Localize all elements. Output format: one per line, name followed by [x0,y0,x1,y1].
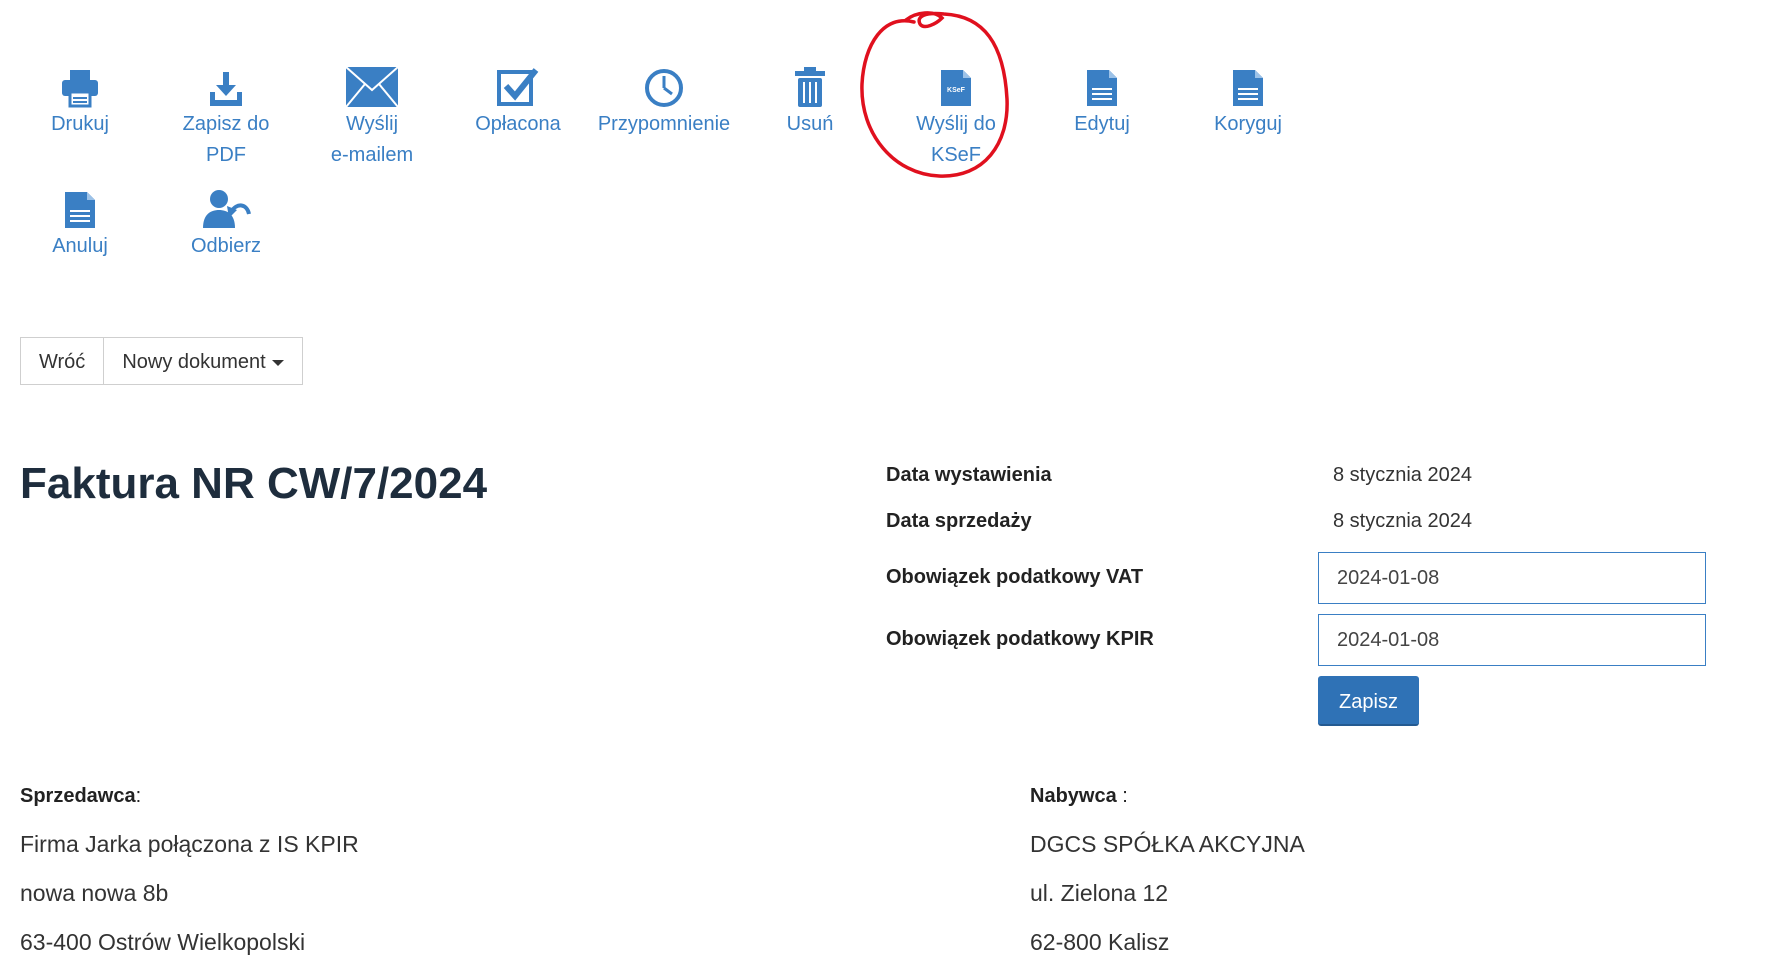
caret-down-icon [271,359,284,366]
save-button[interactable]: Zapisz [1318,676,1419,726]
cancel-button[interactable]: Anuluj [10,184,150,261]
buyer-label-suffix: : [1116,785,1128,807]
save-pdf-label-2: PDF [206,144,246,166]
edit-label: Edytuj [1074,113,1130,135]
trash-icon [740,62,880,108]
seller-label: Sprzedawca [20,785,136,807]
cancel-label: Anuluj [52,235,108,257]
receive-button[interactable]: Odbierz [156,184,296,261]
delete-button[interactable]: Usuń [740,62,880,139]
seller-city: 63-400 Ostrów Wielkopolski [20,929,306,955]
delete-label: Usuń [786,113,834,135]
mark-paid-button[interactable]: Opłacona [448,62,588,139]
print-button[interactable]: Drukuj [10,62,150,139]
send-email-label-1: Wyślij [345,113,399,135]
document-icon [10,184,150,230]
send-to-ksef-label-2: KSeF [930,144,982,166]
invoice-title: Faktura NR CW/7/2024 [20,459,488,508]
ksef-document-icon: KSeF [886,62,1026,108]
buyer-heading: Nabywca : [1030,785,1128,808]
correct-label: Koryguj [1214,113,1282,135]
send-email-label-2: e-mailem [330,144,414,166]
kpir-obligation-date-input[interactable] [1318,614,1706,666]
user-reply-icon [156,184,296,230]
seller-heading: Sprzedawca: [20,785,141,808]
receive-label: Odbierz [190,235,262,257]
vat-obligation-date-input[interactable] [1318,552,1706,604]
buyer-name: DGCS SPÓŁKA AKCYJNA [1030,831,1305,857]
printer-icon [10,62,150,108]
kpir-obligation-label: Obowiązek podatkowy KPIR [886,628,1154,650]
send-email-button[interactable]: Wyślij e-mailem [302,62,442,170]
clock-icon [594,62,734,108]
seller-street: nowa nowa 8b [20,880,169,906]
sale-date-label: Data sprzedaży [886,510,1032,532]
svg-text:KSeF: KSeF [947,87,966,94]
send-to-ksef-label-1: Wyślij do [916,113,996,135]
back-button[interactable]: Wróć [20,337,105,385]
reminder-button[interactable]: Przypomnienie [594,62,734,139]
print-label: Drukuj [51,113,109,135]
issue-date-label: Data wystawienia [886,464,1052,486]
mark-paid-label: Opłacona [475,113,561,135]
seller-name: Firma Jarka połączona z IS KPIR [20,831,359,857]
seller-label-suffix: : [135,785,142,807]
buyer-street: ul. Zielona 12 [1030,880,1169,906]
new-document-dropdown[interactable]: Nowy dokument [104,337,303,385]
action-button-group: Wróć Nowy dokument [20,337,303,385]
vat-obligation-label: Obowiązek podatkowy VAT [886,566,1144,588]
edit-button[interactable]: Edytuj [1032,62,1172,139]
save-pdf-label-1: Zapisz do [182,113,270,135]
issue-date-value: 8 stycznia 2024 [1333,464,1472,486]
reminder-label: Przypomnienie [597,113,731,135]
document-icon [1032,62,1172,108]
envelope-icon [302,62,442,108]
checkbox-checked-icon [448,62,588,108]
new-document-label: Nowy dokument [122,351,266,373]
save-pdf-button[interactable]: Zapisz do PDF [156,62,296,170]
download-icon [156,62,296,108]
buyer-city: 62-800 Kalisz [1030,929,1170,955]
send-to-ksef-button[interactable]: KSeF Wyślij do KSeF [886,62,1026,170]
buyer-label: Nabywca [1030,785,1117,807]
sale-date-value: 8 stycznia 2024 [1333,510,1472,532]
document-icon [1178,62,1318,108]
correct-button[interactable]: Koryguj [1178,62,1318,139]
